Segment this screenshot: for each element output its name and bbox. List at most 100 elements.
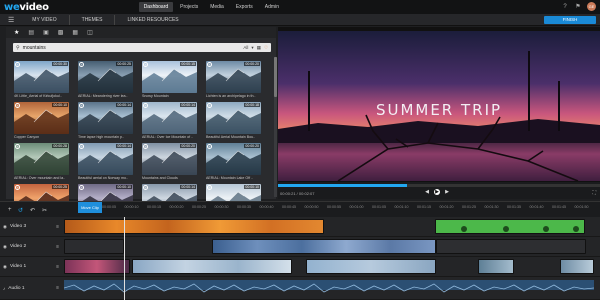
grid-view-icon[interactable]: ▦: [257, 45, 261, 51]
clip-thumbnail[interactable]: + 00:00:30: [14, 61, 69, 93]
track-menu-icon[interactable]: ≡: [56, 224, 59, 230]
timeline-clip[interactable]: [478, 259, 514, 274]
add-clip-icon[interactable]: +: [143, 185, 148, 190]
add-clip-icon[interactable]: +: [143, 103, 148, 108]
finish-button[interactable]: FINISH: [544, 16, 596, 24]
clip-thumbnail[interactable]: + 00:00:10: [14, 102, 69, 134]
folder-icon[interactable]: ▤: [28, 29, 34, 36]
add-track-icon[interactable]: +: [8, 207, 12, 213]
media-clip-tile[interactable]: + 00:00:14 Time lapse high mountain p..: [78, 102, 133, 143]
search-input[interactable]: mountains: [23, 45, 244, 51]
add-clip-icon[interactable]: +: [207, 144, 212, 149]
play-icon[interactable]: ▶: [434, 189, 440, 195]
add-clip-icon[interactable]: +: [15, 144, 20, 149]
favorites-star-icon[interactable]: ★: [14, 29, 19, 36]
nav-dashboard[interactable]: Dashboard: [138, 2, 174, 12]
media-icon[interactable]: ▣: [43, 29, 49, 36]
timeline-clip[interactable]: [64, 219, 324, 234]
add-clip-icon[interactable]: +: [79, 103, 84, 108]
media-clip-tile[interactable]: + 00:00:14 Beautiful aerial on Norway mo…: [78, 143, 133, 184]
nav-media[interactable]: Media: [205, 2, 229, 12]
track-menu-icon[interactable]: ≡: [56, 264, 59, 270]
clip-thumbnail[interactable]: + 00:00:20: [142, 143, 197, 175]
transitions-icon[interactable]: ◫: [87, 29, 93, 36]
media-clip-tile[interactable]: + 00:00:20 Lichten is an archipelago in …: [206, 61, 261, 102]
timeline-clip[interactable]: [560, 259, 594, 274]
add-clip-icon[interactable]: +: [207, 185, 212, 190]
clip-thumbnail[interactable]: + 00:00:14: [142, 102, 197, 134]
step-forward-icon[interactable]: ▶: [444, 189, 450, 195]
media-clip-tile[interactable]: + 00:00:18 Beautiful Aerial Mountain Bou…: [206, 102, 261, 143]
timeline-clip[interactable]: [132, 259, 292, 274]
avatar[interactable]: GE: [587, 2, 596, 11]
add-clip-icon[interactable]: +: [15, 62, 20, 67]
track-menu-icon[interactable]: ≡: [56, 285, 59, 291]
notification-bell-icon[interactable]: ⚑: [574, 3, 582, 11]
tab-my-video[interactable]: MY VIDEO: [20, 14, 70, 25]
tab-linked-resources[interactable]: LINKED RESOURCES: [115, 15, 190, 25]
ruler-tick-label: 00:00:10: [124, 205, 139, 209]
eye-icon[interactable]: ◉: [3, 244, 7, 250]
tab-themes[interactable]: THEMES: [70, 14, 116, 25]
images-icon[interactable]: ▩: [58, 29, 64, 36]
magnet-icon[interactable]: ↺: [18, 207, 23, 214]
media-library-panel: ★ ▤ ▣ ▩ ▦ ◫ ⚲ mountains All ▾ ▦ ♡ + 00:0…: [6, 27, 277, 221]
track-menu-icon[interactable]: ≡: [56, 244, 59, 250]
add-clip-icon[interactable]: +: [79, 144, 84, 149]
media-clip-tile[interactable]: + 00:00:25 AERIAL: Meandering river lea.…: [78, 61, 133, 102]
nav-admin[interactable]: Admin: [260, 2, 284, 12]
library-scrollbar[interactable]: [274, 57, 277, 197]
chevron-down-icon[interactable]: ▾: [251, 45, 253, 51]
media-clip-tile[interactable]: + 00:00:14 AERIAL: Over Ice Mountain of …: [142, 102, 197, 143]
add-clip-icon[interactable]: +: [207, 103, 212, 108]
timeline-clip[interactable]: [306, 259, 436, 274]
media-clip-tile[interactable]: + 00:00:20 AERIAL: Mountain Lake Off ..: [206, 143, 261, 184]
timeline-ruler[interactable]: 00:00:05 00:00:10 00:00:15 00:00:20 00:00:25…: [102, 205, 600, 213]
playhead[interactable]: [124, 217, 125, 300]
hamburger-menu-icon[interactable]: ☰: [8, 16, 14, 24]
add-clip-icon[interactable]: +: [143, 62, 148, 67]
media-clip-tile[interactable]: + 00:00:20 Mountains and Clouds: [142, 143, 197, 184]
timeline-clip-empty[interactable]: [436, 239, 586, 254]
add-clip-icon[interactable]: +: [15, 185, 20, 190]
media-clip-tile[interactable]: + 00:00:10 Copper Canyon: [14, 102, 69, 143]
timeline-clip-green[interactable]: [435, 219, 585, 234]
timeline-clip[interactable]: [212, 239, 436, 254]
clip-thumbnail[interactable]: + 00:00:28: [14, 143, 69, 175]
add-clip-icon[interactable]: +: [143, 144, 148, 149]
favorite-heart-icon[interactable]: ♡: [264, 45, 268, 51]
media-clip-tile[interactable]: + 00:00:30 4K Little_Aerial of Kirkufjok…: [14, 61, 69, 102]
wevideo-logo[interactable]: wevideo: [4, 2, 49, 13]
fullscreen-icon[interactable]: ⛶: [592, 190, 596, 196]
undo-icon[interactable]: ↶: [30, 207, 35, 214]
add-clip-icon[interactable]: +: [79, 185, 84, 190]
audio-clip-waveform[interactable]: [63, 280, 595, 293]
eye-icon[interactable]: ◉: [3, 224, 7, 230]
clip-thumbnail[interactable]: + 00:00:18: [206, 102, 261, 134]
media-clip-tile[interactable]: + 00:00:28 AERIAL: Over mountain and la.…: [14, 143, 69, 184]
music-note-icon[interactable]: ♪: [3, 286, 5, 291]
filter-dropdown[interactable]: All: [243, 45, 248, 50]
eye-icon[interactable]: ◉: [3, 264, 7, 270]
clip-thumbnail[interactable]: + 00:00:14: [78, 143, 133, 175]
help-icon[interactable]: ?: [561, 3, 569, 11]
split-icon[interactable]: ✂: [42, 207, 47, 214]
timeline-clip-selected[interactable]: [64, 239, 124, 254]
nav-projects[interactable]: Projects: [175, 2, 203, 12]
clip-thumbnail[interactable]: + 00:00:15: [142, 61, 197, 93]
playback-progress-bar[interactable]: [278, 184, 600, 187]
clip-thumbnail[interactable]: + 00:00:25: [78, 61, 133, 93]
add-clip-icon[interactable]: +: [207, 62, 212, 67]
ruler-tick-label: 00:01:40: [529, 205, 544, 209]
clip-thumbnail[interactable]: + 00:00:20: [206, 143, 261, 175]
clip-thumbnail[interactable]: + 00:00:20: [206, 61, 261, 93]
clip-caption: Mountains and Clouds: [142, 176, 178, 180]
clip-thumbnail[interactable]: + 00:00:14: [78, 102, 133, 134]
timeline-clip[interactable]: [64, 259, 130, 274]
add-clip-icon[interactable]: +: [15, 103, 20, 108]
stock-icon[interactable]: ▦: [72, 29, 78, 36]
step-back-icon[interactable]: ◀: [424, 189, 430, 195]
nav-exports[interactable]: Exports: [231, 2, 258, 12]
media-clip-tile[interactable]: + 00:00:15 Snowy Mountain: [142, 61, 197, 102]
add-clip-icon[interactable]: +: [79, 62, 84, 67]
